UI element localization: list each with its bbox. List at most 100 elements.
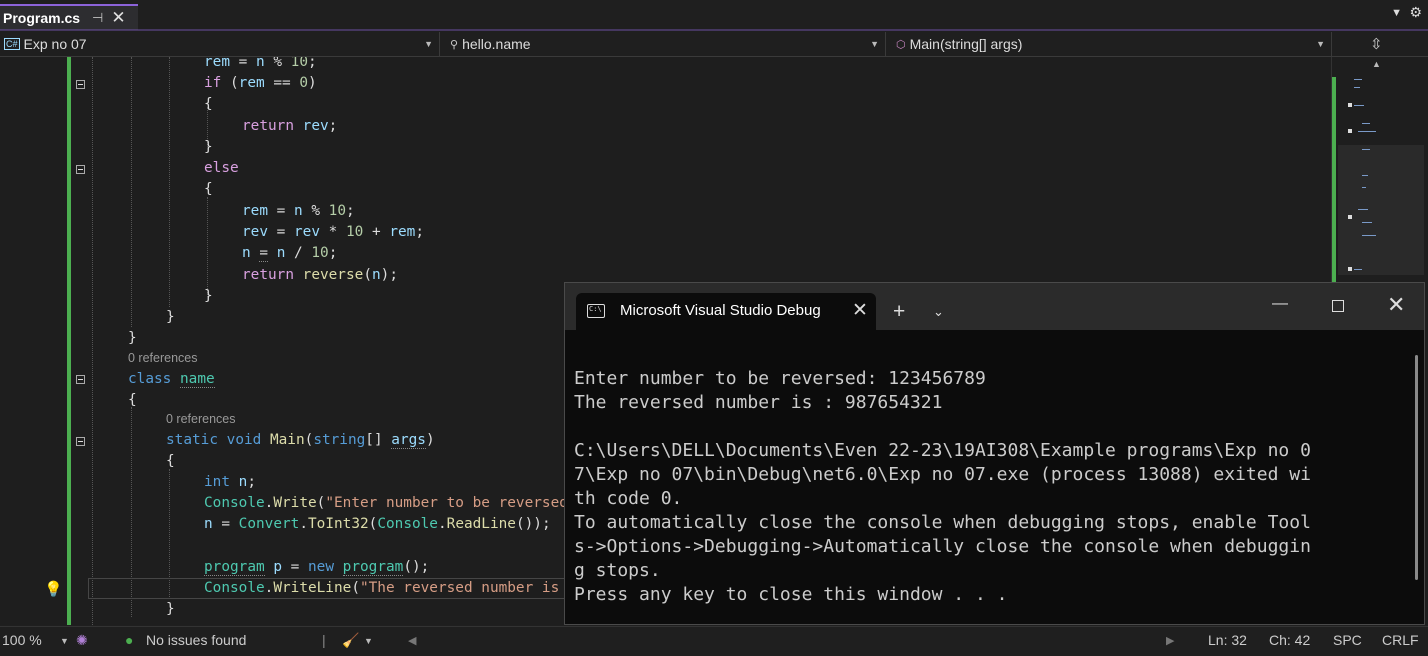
code-line: Console.Write("Enter number to be revers… <box>204 495 611 511</box>
change-tracking-bar <box>67 57 71 625</box>
console-line: 7\Exp no 07\bin\Debug\net6.0\Exp no 07.e… <box>574 464 1311 485</box>
chevron-down-icon[interactable]: ⌄ <box>933 304 944 320</box>
code-line: } <box>166 601 175 617</box>
document-tab-bar: Program.cs ⊣ ✕ ▼ ⚙ <box>0 0 1428 31</box>
code-line: static void Main(string[] args) <box>166 432 435 449</box>
console-line: s->Options->Debugging->Automatically clo… <box>574 536 1311 557</box>
minimap-line <box>1362 235 1376 236</box>
minimap-fold <box>1348 103 1352 107</box>
minimap-line <box>1362 187 1366 188</box>
minimap-line <box>1354 269 1362 270</box>
collapse-toggle[interactable] <box>76 80 85 89</box>
member-dropdown[interactable]: ⬡ Main(string[] args) ▼ <box>892 32 1332 56</box>
scroll-up-icon[interactable]: ▲ <box>1372 59 1381 69</box>
collapse-toggle[interactable] <box>76 165 85 174</box>
code-line: else <box>204 160 239 176</box>
check-circle-icon: ● <box>125 632 134 648</box>
cleanup-dropdown-icon[interactable]: ▼ <box>364 636 373 646</box>
debug-console-window[interactable]: C:\ Microsoft Visual Studio Debug Consol… <box>564 282 1425 625</box>
zoom-level[interactable]: 100 % <box>2 632 42 648</box>
code-line: { <box>204 181 213 197</box>
code-line: } <box>204 139 213 155</box>
zoom-dropdown-icon[interactable]: ▼ <box>60 636 69 646</box>
code-line: } <box>204 288 213 304</box>
csharp-project-icon: C# <box>4 38 20 50</box>
chevron-down-icon: ▼ <box>424 39 433 49</box>
console-scrollbar[interactable] <box>1415 355 1418 580</box>
indent-guide <box>92 57 93 625</box>
code-line: if (rem == 0) <box>204 75 317 91</box>
minimap-line <box>1362 123 1370 124</box>
minimap-line <box>1354 79 1362 80</box>
code-line: { <box>128 392 137 408</box>
code-line: int n; <box>204 474 257 490</box>
scroll-left-icon[interactable]: ◀ <box>408 634 416 647</box>
codelens-references[interactable]: 0 references <box>166 412 235 426</box>
code-line: program p = new program(); <box>204 559 430 576</box>
class-dropdown[interactable]: ⚲ hello.name ▼ <box>446 32 886 56</box>
minimap-fold <box>1348 267 1352 271</box>
codelens-references[interactable]: 0 references <box>128 351 197 365</box>
chevron-down-icon: ▼ <box>870 39 879 49</box>
status-divider: | <box>322 632 326 648</box>
tab-program-cs[interactable]: Program.cs ⊣ ✕ <box>0 4 138 30</box>
issues-status[interactable]: No issues found <box>146 632 246 648</box>
indent-guide <box>131 57 132 327</box>
minimap-line <box>1362 149 1370 150</box>
class-name: hello.name <box>462 36 531 52</box>
minimap-viewport[interactable] <box>1338 145 1424 275</box>
minimap-change-bar <box>1332 77 1336 307</box>
console-line: th code 0. <box>574 488 683 509</box>
navigation-bar: C# Exp no 07 ▼ ⚲ hello.name ▼ ⬡ Main(str… <box>0 32 1428 57</box>
member-name: Main(string[] args) <box>909 36 1023 52</box>
collapse-toggle[interactable] <box>76 375 85 384</box>
console-output[interactable]: Enter number to be reversed: 123456789 Th… <box>574 343 1394 655</box>
console-tab[interactable]: C:\ Microsoft Visual Studio Debug Consol… <box>576 293 876 330</box>
method-icon: ⬡ <box>896 38 906 51</box>
close-window-icon[interactable]: ✕ <box>1387 292 1405 318</box>
terminal-icon: C:\ <box>587 304 605 318</box>
minimap-line <box>1358 209 1368 210</box>
code-line: rem = n % 10; <box>204 57 317 70</box>
settings-icon[interactable]: ⚙ <box>1409 4 1422 21</box>
code-line: return reverse(n); <box>242 267 398 283</box>
class-icon: ⚲ <box>450 38 459 51</box>
indent-guide <box>169 57 170 307</box>
chevron-down-icon: ▼ <box>1316 39 1325 49</box>
code-line: n = n / 10; <box>242 245 338 262</box>
minimap-fold <box>1348 215 1352 219</box>
code-line: } <box>128 330 137 346</box>
code-cleanup-icon[interactable]: 🧹 <box>342 632 359 649</box>
code-line: class name <box>128 371 215 388</box>
tab-label: Program.cs <box>3 10 81 26</box>
minimize-icon[interactable]: — <box>1272 295 1288 313</box>
maximize-icon[interactable] <box>1332 300 1344 312</box>
project-dropdown[interactable]: C# Exp no 07 ▼ <box>0 32 440 56</box>
code-line: n = Convert.ToInt32(Console.ReadLine()); <box>204 516 551 532</box>
console-line: Enter number to be reversed: 123456789 <box>574 368 986 389</box>
close-tab-icon[interactable]: ✕ <box>111 8 125 28</box>
minimap-line <box>1358 131 1376 132</box>
close-tab-icon[interactable]: ✕ <box>852 299 868 322</box>
pin-icon[interactable]: ⊣ <box>92 10 103 26</box>
minimap-line <box>1362 222 1372 223</box>
project-name: Exp no 07 <box>23 36 87 52</box>
split-window-icon[interactable]: ⇳ <box>1370 35 1383 53</box>
code-line: } <box>166 309 175 325</box>
collapse-toggle[interactable] <box>76 437 85 446</box>
code-line: return rev; <box>242 118 338 134</box>
new-tab-icon[interactable]: + <box>893 300 905 324</box>
minimap-line <box>1354 87 1360 88</box>
copilot-icon[interactable]: ✺ <box>76 632 88 649</box>
tab-list-dropdown-icon[interactable]: ▼ <box>1391 7 1402 19</box>
lightbulb-icon[interactable]: 💡 <box>44 580 63 598</box>
console-line: Press any key to close this window . . . <box>574 584 1008 605</box>
console-title-bar[interactable]: C:\ Microsoft Visual Studio Debug Consol… <box>565 283 1424 330</box>
code-line: { <box>166 453 175 469</box>
tab-underline <box>0 29 1428 31</box>
code-line: { <box>204 96 213 112</box>
console-line: C:\Users\DELL\Documents\Even 22-23\19AI3… <box>574 440 1311 461</box>
code-line: rem = n % 10; <box>242 203 355 219</box>
minimap-fold <box>1348 129 1352 133</box>
